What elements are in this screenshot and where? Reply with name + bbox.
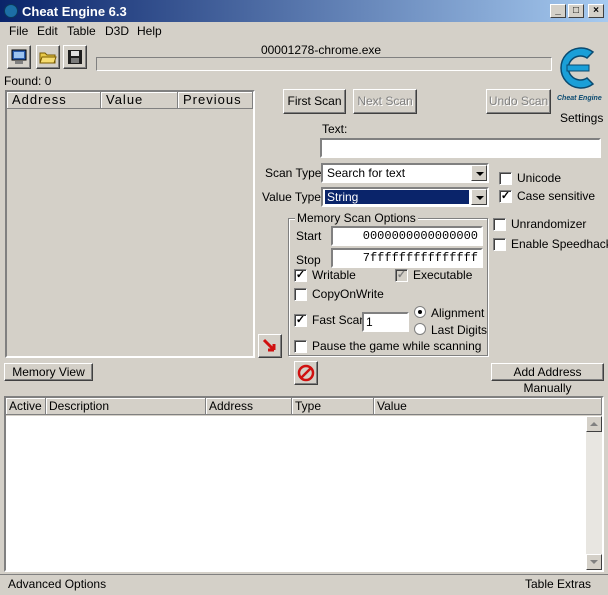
alignment-label: Alignment [431, 306, 485, 320]
open-file-button[interactable] [36, 45, 60, 69]
stop-address-input[interactable]: 7fffffffffffffff [331, 248, 483, 268]
writable-label: Writable [312, 268, 356, 282]
fast-scan-label: Fast Scan [312, 313, 367, 327]
value-type-value: String [325, 190, 469, 204]
arrow-down-icon [590, 560, 598, 564]
logo-caption: Cheat Engine [557, 95, 602, 102]
stop-scan-button[interactable] [294, 361, 318, 385]
chevron-down-icon[interactable] [471, 189, 487, 205]
advanced-options-link[interactable]: Advanced Options [8, 577, 106, 591]
undo-scan-button[interactable]: Undo Scan [486, 89, 551, 114]
value-type-select[interactable]: String [321, 187, 489, 207]
computer-icon [11, 49, 27, 64]
app-icon [4, 4, 18, 18]
status-bar: Advanced Options Table Extras [0, 574, 608, 595]
menu-edit[interactable]: Edit [37, 24, 58, 38]
vertical-scrollbar[interactable] [586, 416, 602, 570]
address-table[interactable]: Active Description Address Type Value [4, 396, 604, 572]
start-address-input[interactable]: 0000000000000000 [331, 226, 483, 246]
save-button[interactable] [63, 45, 87, 69]
writable-checkbox[interactable]: ✓ [294, 269, 307, 282]
unicode-checkbox[interactable] [499, 172, 512, 185]
cheat-engine-logo-icon [560, 47, 595, 89]
table-header-address[interactable]: Address [206, 398, 292, 415]
memory-view-button[interactable]: Memory View [4, 363, 93, 381]
table-header-active[interactable]: Active [6, 398, 46, 415]
speedhack-label: Enable Speedhack [511, 237, 608, 251]
scan-progress-bar [96, 57, 552, 71]
table-header-type[interactable]: Type [292, 398, 374, 415]
results-header-value[interactable]: Value [101, 92, 178, 109]
folder-open-icon [39, 52, 57, 64]
alignment-radio[interactable] [414, 306, 426, 318]
menu-table[interactable]: Table [67, 24, 96, 38]
scan-type-label: Scan Type [265, 166, 322, 180]
scan-type-value: Search for text [327, 166, 406, 180]
search-text-input[interactable] [320, 138, 601, 158]
results-header-previous[interactable]: Previous [178, 92, 253, 109]
close-button[interactable]: × [588, 4, 604, 18]
results-header-address[interactable]: Address [7, 92, 101, 109]
fast-scan-checkbox[interactable]: ✓ [294, 314, 307, 327]
title-bar[interactable]: Cheat Engine 6.3 _ □ × [0, 0, 608, 22]
menu-d3d[interactable]: D3D [105, 24, 129, 38]
executable-checkbox[interactable]: ✓ [395, 269, 408, 282]
pause-game-checkbox[interactable] [294, 340, 307, 353]
start-label: Start [296, 229, 322, 243]
results-list[interactable]: Address Value Previous [5, 90, 255, 358]
menu-file[interactable]: File [9, 24, 28, 38]
address-table-header: Active Description Address Type Value [6, 398, 602, 416]
add-to-list-button[interactable] [258, 334, 282, 358]
memory-scan-options-title: Memory Scan Options [295, 211, 418, 225]
window-title: Cheat Engine 6.3 [22, 4, 127, 19]
next-scan-button[interactable]: Next Scan [353, 89, 417, 114]
arrow-up-icon [590, 422, 598, 426]
fast-scan-input[interactable]: 1 [362, 312, 409, 332]
open-process-button[interactable] [7, 45, 31, 69]
menu-help[interactable]: Help [137, 24, 162, 38]
scroll-up-button[interactable] [586, 416, 602, 432]
table-header-value[interactable]: Value [374, 398, 602, 415]
process-name: 00001278-chrome.exe [260, 43, 382, 57]
speedhack-checkbox[interactable] [493, 238, 506, 251]
add-address-manually-button[interactable]: Add Address Manually [491, 363, 604, 395]
copyonwrite-label: CopyOnWrite [312, 287, 384, 301]
red-arrow-icon [262, 338, 276, 352]
unrandomizer-checkbox[interactable] [493, 218, 506, 231]
text-label: Text: [322, 122, 348, 136]
copyonwrite-checkbox[interactable] [294, 288, 307, 301]
stop-label: Stop [296, 253, 321, 267]
cheat-engine-logo[interactable]: Cheat Engine [553, 40, 603, 108]
minimize-button[interactable]: _ [550, 4, 566, 18]
pause-game-label: Pause the game while scanning [312, 339, 482, 353]
stop-icon [297, 364, 315, 382]
found-count: Found: 0 [4, 74, 52, 88]
settings-link[interactable]: Settings [560, 111, 603, 125]
executable-label: Executable [413, 268, 473, 282]
case-sensitive-label: Case sensitive [517, 189, 596, 203]
scan-type-select[interactable]: Search for text [321, 163, 489, 183]
chevron-down-icon[interactable] [471, 165, 487, 181]
unrandomizer-label: Unrandomizer [511, 217, 587, 231]
maximize-button[interactable]: □ [568, 4, 584, 18]
case-sensitive-checkbox[interactable]: ✓ [499, 190, 512, 203]
unicode-label: Unicode [517, 171, 562, 185]
value-type-label: Value Type [262, 190, 321, 204]
last-digits-radio[interactable] [414, 323, 426, 335]
table-extras-link[interactable]: Table Extras [525, 577, 591, 591]
menu-bar: File Edit Table D3D Help [0, 22, 608, 41]
floppy-disk-icon [68, 50, 82, 64]
scroll-down-button[interactable] [586, 554, 602, 570]
first-scan-button[interactable]: First Scan [283, 89, 346, 114]
last-digits-label: Last Digits [431, 323, 488, 337]
table-header-description[interactable]: Description [46, 398, 206, 415]
